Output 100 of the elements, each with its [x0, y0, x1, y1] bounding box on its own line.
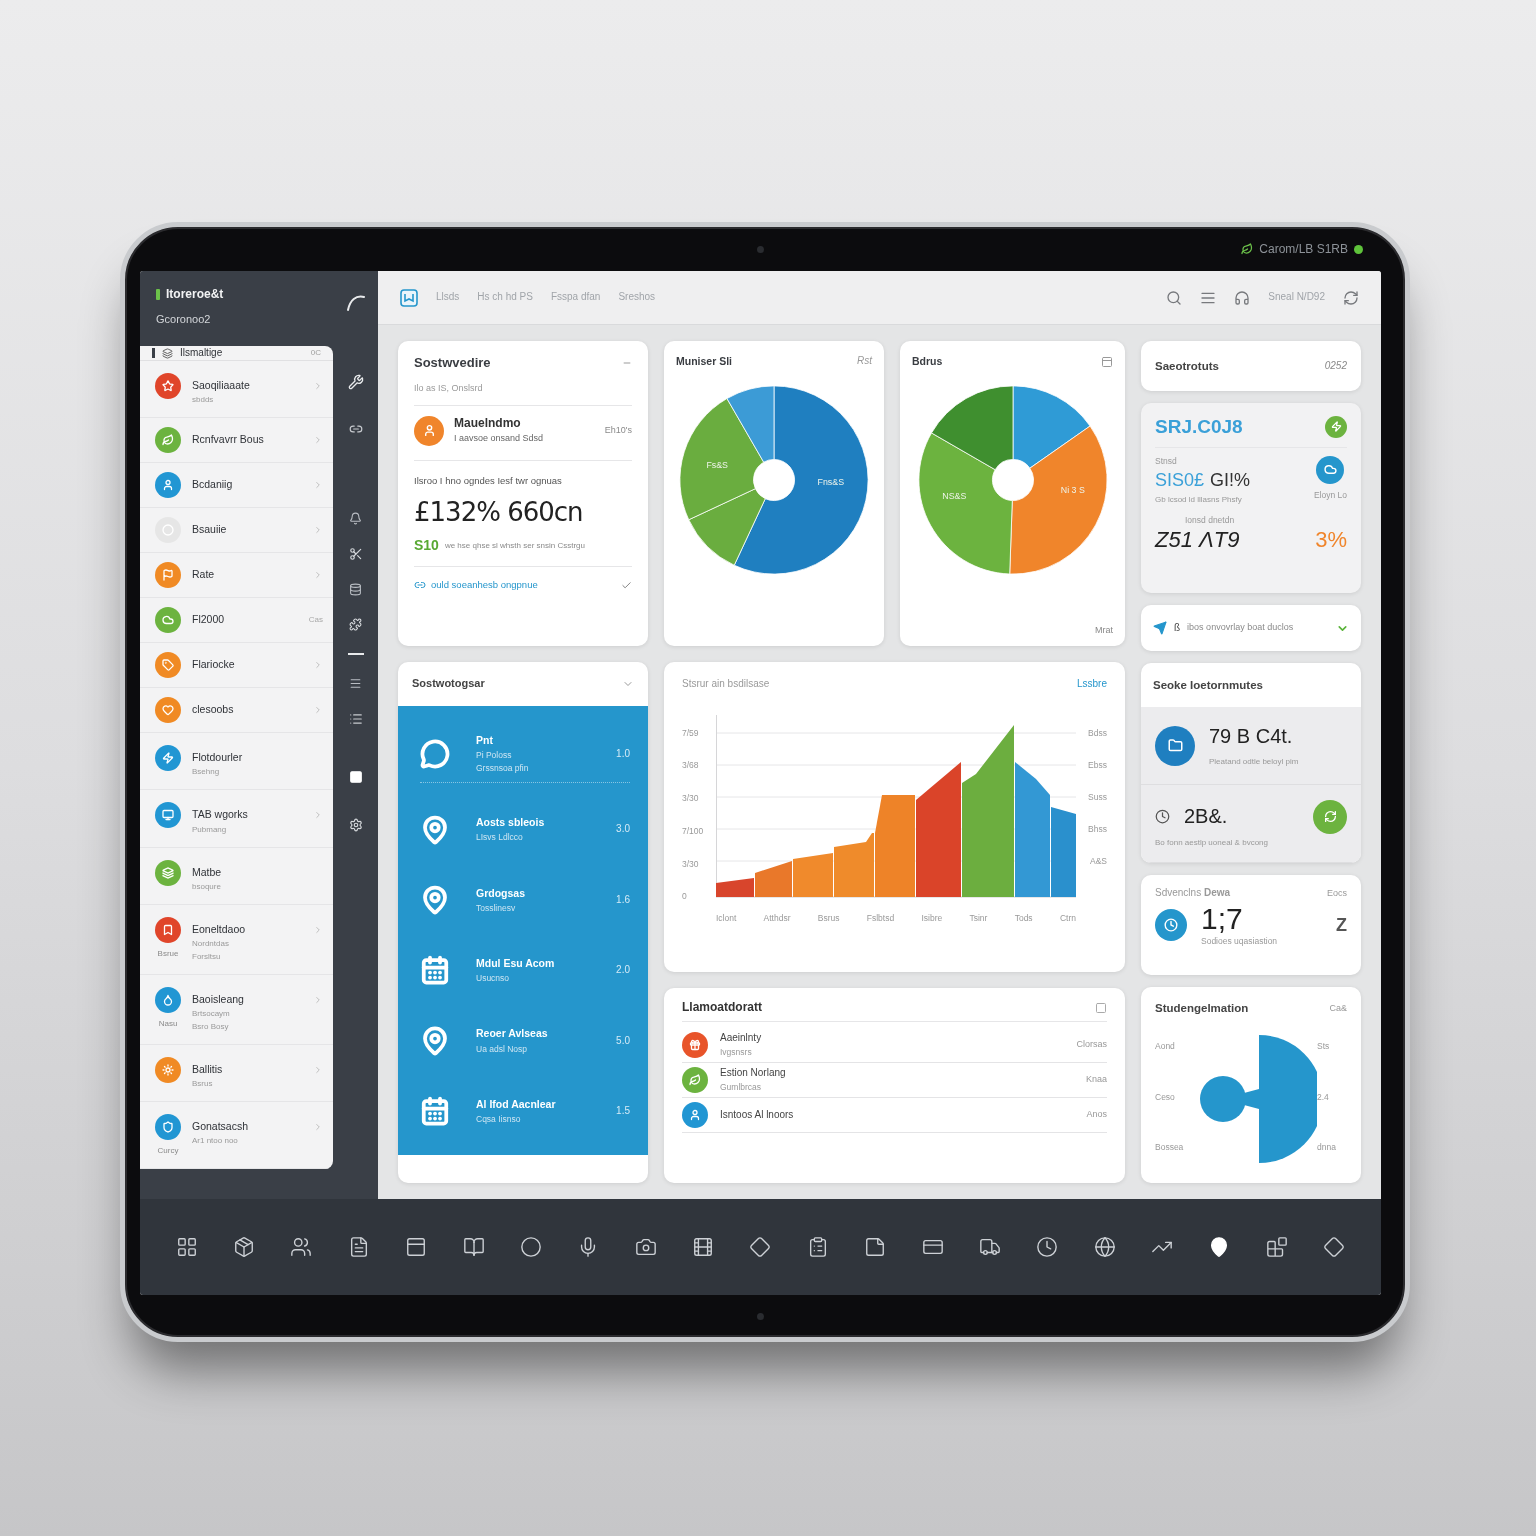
sidebar-item[interactable]: Baoisleang — [192, 992, 303, 1006]
bell-icon[interactable] — [349, 512, 362, 525]
card-title: Seoke Ioetornmutes — [1153, 677, 1263, 693]
panel-title: Ilsmaltige — [180, 346, 223, 360]
app-logo-icon[interactable] — [400, 288, 418, 307]
diamond-icon[interactable] — [1323, 1236, 1346, 1258]
task-title: Al Ifod Aacnlear — [476, 1097, 557, 1112]
list-icon[interactable] — [348, 712, 363, 726]
settings-icon[interactable] — [348, 818, 363, 832]
card-title: Stsrur ain bsdilsase — [682, 678, 770, 691]
delta-value: S10 — [414, 536, 439, 555]
axis-label: 0 — [682, 890, 687, 903]
segment-label: Sts — [1317, 1041, 1330, 1052]
diamond-icon[interactable] — [749, 1236, 772, 1258]
layers-icon — [162, 347, 173, 359]
circle-icon[interactable] — [519, 1236, 542, 1258]
sidebar-item[interactable]: Bsauiie — [192, 523, 303, 537]
device-corner-text: Eocs — [1327, 887, 1347, 899]
insight-note: Pleatand odtle beloyl pim — [1209, 757, 1299, 767]
pin-icon — [420, 884, 450, 915]
sidebar-item[interactable]: Eoneltdaoo — [192, 922, 303, 936]
sidebar-item[interactable]: Rate — [192, 568, 303, 582]
entry-title: Mauelndmo — [454, 416, 522, 432]
axis-label: Fslbtsd — [866, 912, 895, 924]
window-icon[interactable] — [405, 1236, 428, 1258]
headphones-icon[interactable] — [1234, 289, 1251, 306]
item-subtitle: Ar1 ntoo noo — [192, 1136, 239, 1147]
database-icon[interactable] — [349, 583, 362, 596]
sidebar-item[interactable]: Flotdourler — [192, 751, 323, 765]
activity-value: Anos — [1086, 1109, 1107, 1121]
axis-label: Suss — [1088, 790, 1107, 803]
grid-icon[interactable] — [175, 1236, 198, 1258]
axis-label: Ebss — [1088, 758, 1107, 771]
note-icon[interactable] — [864, 1236, 887, 1258]
link-icon[interactable] — [348, 422, 363, 436]
clock-icon[interactable] — [1036, 1236, 1059, 1258]
sidebar-item[interactable]: TAB wgorks — [192, 808, 303, 822]
caption-text: Ilsroo I hno ogndes Iesf twr ognuas — [414, 474, 563, 487]
sidebar-item[interactable]: clesoobs — [192, 703, 303, 717]
task-detail: LIsvs Ldlcco — [476, 832, 524, 843]
arc-icon[interactable] — [345, 293, 366, 311]
stats-side-note: Eloyn Lo — [1313, 489, 1347, 501]
activity-value: Knaa — [1085, 1074, 1107, 1086]
item-note: Bsrue — [157, 948, 179, 959]
bolt-icon — [1325, 415, 1347, 438]
camera-icon[interactable] — [634, 1236, 657, 1258]
device-value: 1;7 — [1201, 903, 1244, 934]
insight-value: 79 B C4t. — [1209, 724, 1294, 749]
truck-icon[interactable] — [978, 1236, 1001, 1258]
blocks-icon[interactable] — [1265, 1236, 1288, 1258]
film-icon[interactable] — [692, 1236, 715, 1258]
users-icon[interactable] — [290, 1236, 313, 1258]
sidebar-item[interactable]: Matbe — [192, 865, 323, 879]
item-subtitle: Pubmang — [192, 824, 228, 835]
task-value: 3.0 — [616, 823, 630, 836]
camera-dot-icon — [757, 1312, 764, 1320]
item-subtitle: bsoqure — [192, 881, 222, 892]
details-link[interactable]: ould soeanhesb ongpnue — [431, 579, 538, 592]
check-icon — [621, 579, 632, 591]
axis-label: 3/30 — [682, 857, 699, 870]
task-title: Pnt — [476, 733, 494, 747]
sidebar-item[interactable]: Gonatsacsh — [192, 1120, 303, 1134]
book-icon[interactable] — [462, 1236, 485, 1258]
segment-label: Ceso — [1155, 1091, 1175, 1103]
axis-label: Ctrn — [1059, 912, 1076, 924]
card-value: 0252 — [1324, 359, 1347, 373]
globe-icon[interactable] — [1093, 1236, 1116, 1258]
task-title: Grdogsas — [476, 886, 526, 900]
status-dot-icon — [1354, 244, 1363, 254]
scissors-icon[interactable] — [348, 547, 363, 561]
chart-action-link[interactable]: Lssbre — [1077, 678, 1107, 691]
card-title: Bdrus — [912, 355, 943, 369]
axis-label: Bdss — [1088, 726, 1107, 739]
axis-label: 7/100 — [682, 824, 704, 837]
stats-value: GI!% — [1210, 469, 1251, 492]
sidebar-item[interactable]: Bcdaniig — [192, 478, 303, 492]
pin-icon — [420, 1025, 450, 1056]
sidebar-item[interactable]: Flariocke — [192, 658, 303, 672]
sidebar-item[interactable]: Ballitis — [192, 1062, 303, 1076]
item-subtitle: sbdds — [192, 395, 215, 406]
entry-subtitle: I aavsoe onsand Sdsd — [454, 433, 544, 445]
menu-icon[interactable] — [349, 677, 362, 690]
wrench-icon[interactable] — [347, 374, 364, 390]
task-value: 5.0 — [616, 1034, 630, 1048]
panel-count-text: 0C — [310, 348, 321, 359]
axis-label: 3/68 — [682, 759, 699, 772]
bar-icon — [152, 348, 155, 359]
puzzle-icon[interactable] — [349, 618, 362, 631]
sidebar-item[interactable]: Saoqiliaaate — [192, 379, 303, 393]
axis-label: 7/59 — [682, 726, 699, 739]
pin-icon — [420, 814, 450, 845]
axis-label: 3/30 — [682, 792, 699, 805]
sidebar-item[interactable]: Rcnfvavrr Bous — [192, 433, 303, 447]
card-title: Saeotrotuts — [1155, 358, 1219, 374]
stats-value: SIS0£ — [1155, 469, 1205, 492]
sidebar-item[interactable]: Fl2000 — [192, 613, 299, 627]
refresh-icon[interactable] — [1343, 289, 1359, 306]
package-icon[interactable] — [233, 1236, 256, 1258]
slice-label: Fns&S — [817, 477, 845, 488]
search-icon[interactable] — [1166, 289, 1183, 306]
